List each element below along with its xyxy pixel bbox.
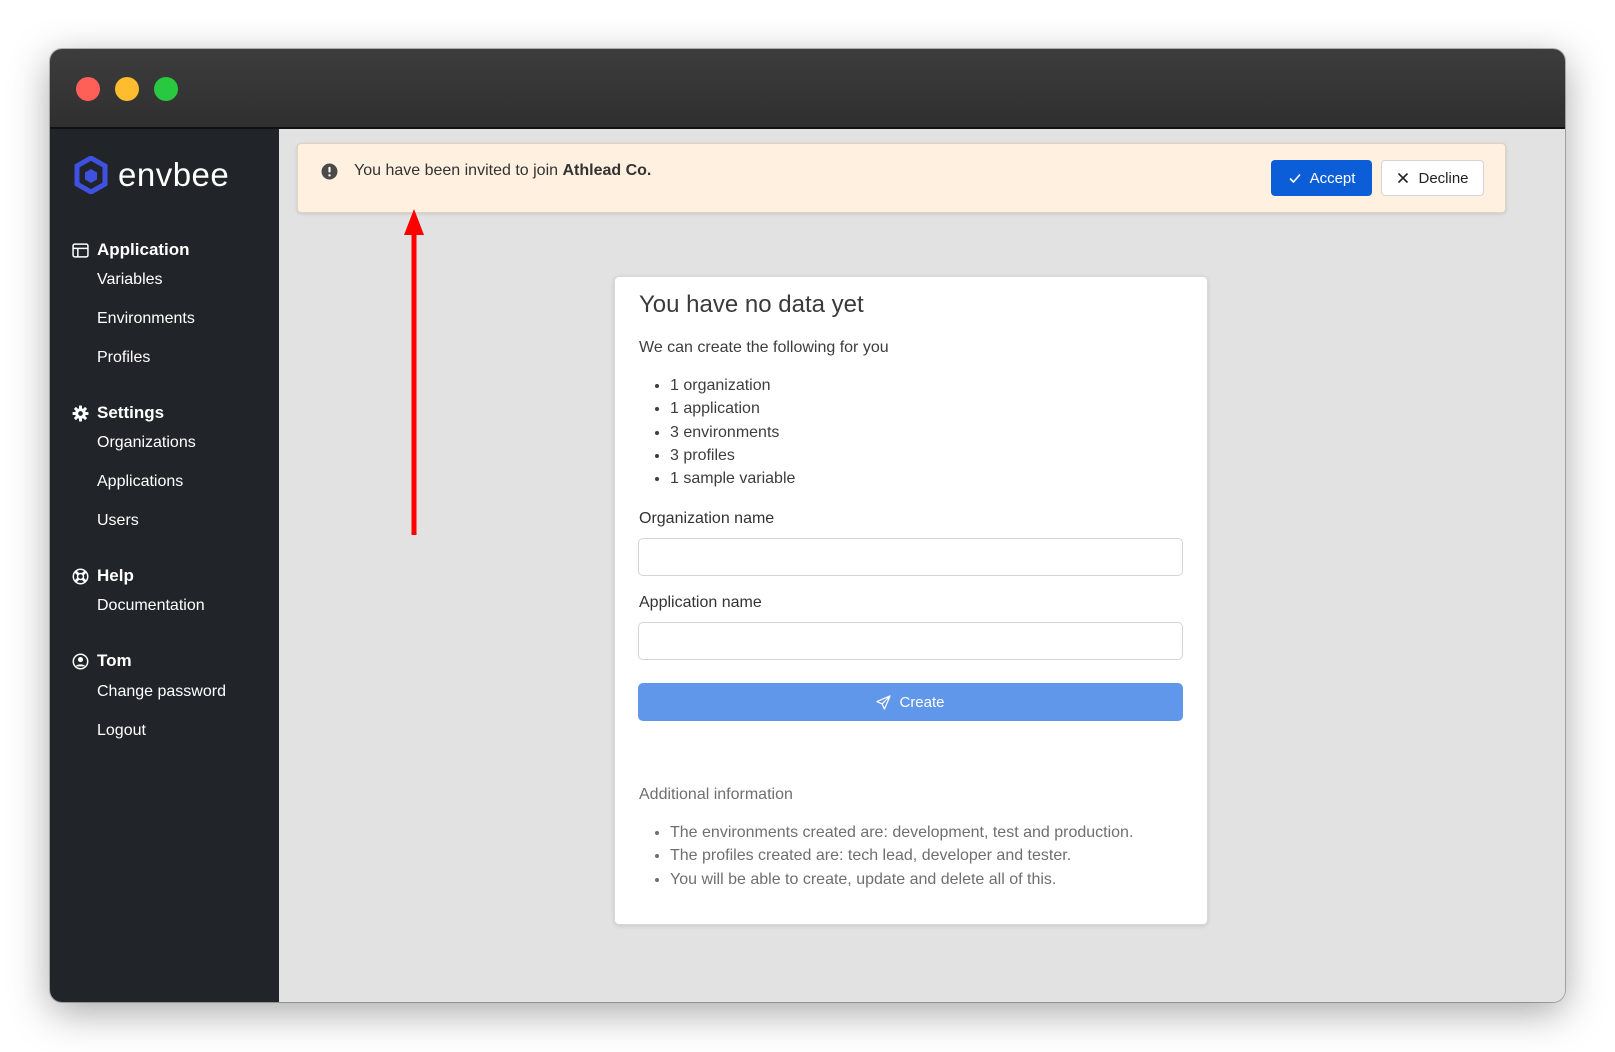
sidebar-item-users[interactable]: Users	[97, 512, 139, 530]
invitation-banner: You have been invited to join Athlead Co…	[297, 143, 1506, 213]
close-window-button[interactable]	[76, 77, 100, 101]
create-items-list: 1 organization 1 application 3 environme…	[639, 374, 795, 490]
section-application: Application	[72, 240, 190, 260]
sidebar-item-change-password[interactable]: Change password	[97, 683, 226, 701]
section-help: Help	[72, 566, 134, 586]
create-label: Create	[899, 693, 945, 711]
red-arrow-annotation	[404, 209, 424, 535]
list-item: The environments created are: developmen…	[670, 821, 1133, 844]
organization-name-input[interactable]	[638, 538, 1183, 576]
sidebar-item-variables[interactable]: Variables	[97, 271, 163, 289]
invitation-text-prefix: You have been invited to join	[354, 162, 563, 179]
lifebuoy-icon	[72, 568, 89, 584]
section-application-title: Application	[97, 240, 190, 259]
additional-info-title: Additional information	[639, 786, 793, 803]
sidebar-item-organizations[interactable]: Organizations	[97, 434, 196, 452]
list-item: The profiles created are: tech lead, dev…	[670, 844, 1133, 867]
main-content: You have been invited to join Athlead Co…	[279, 129, 1565, 1002]
card-title: You have no data yet	[639, 291, 864, 318]
zoom-window-button[interactable]	[154, 77, 178, 101]
list-item: 3 environments	[670, 421, 795, 444]
decline-label: Decline	[1418, 169, 1469, 187]
title-bar	[50, 49, 1565, 129]
section-settings: Settings	[72, 403, 164, 423]
list-item: 3 profiles	[670, 444, 795, 467]
additional-info-list: The environments created are: developmen…	[639, 821, 1133, 891]
hexagon-logo-icon	[74, 156, 108, 194]
sidebar-item-documentation[interactable]: Documentation	[97, 597, 205, 615]
create-button[interactable]: Create	[638, 683, 1183, 721]
section-settings-title: Settings	[97, 403, 165, 422]
minimize-window-button[interactable]	[115, 77, 139, 101]
sidebar-item-logout[interactable]: Logout	[97, 722, 146, 740]
invitation-org-name: Athlead Co.	[562, 162, 652, 179]
send-icon	[876, 694, 892, 710]
table-icon	[72, 242, 89, 258]
decline-button[interactable]: Decline	[1381, 160, 1484, 196]
list-item: 1 organization	[670, 374, 795, 397]
list-item: You will be able to create, update and d…	[670, 868, 1133, 891]
card-subtitle: We can create the following for you	[639, 339, 889, 356]
gear-icon	[72, 405, 89, 421]
application-name-input[interactable]	[638, 622, 1183, 660]
sidebar-item-applications[interactable]: Applications	[97, 473, 183, 491]
exclamation-circle-icon	[321, 163, 338, 180]
accept-button[interactable]: Accept	[1271, 160, 1372, 196]
check-icon	[1288, 173, 1301, 184]
application-name-label: Application name	[639, 594, 762, 611]
sidebar-item-environments[interactable]: Environments	[97, 310, 195, 328]
section-help-title: Help	[97, 566, 134, 585]
close-icon	[1398, 172, 1409, 184]
sidebar: envbee Application Variables Environment…	[50, 129, 279, 1002]
sidebar-item-profiles[interactable]: Profiles	[97, 349, 150, 367]
invitation-text: You have been invited to join Athlead Co…	[354, 162, 651, 180]
setup-card: You have no data yet We can create the f…	[614, 276, 1208, 925]
user-circle-icon	[72, 653, 89, 669]
list-item: 1 application	[670, 397, 795, 420]
organization-name-label: Organization name	[639, 510, 775, 527]
app-window: envbee Application Variables Environment…	[50, 49, 1565, 1002]
logo[interactable]: envbee	[74, 156, 229, 194]
logo-text: envbee	[118, 156, 230, 193]
list-item: 1 sample variable	[670, 467, 795, 490]
accept-label: Accept	[1309, 169, 1356, 187]
section-user: Tom	[72, 651, 132, 671]
section-user-title: Tom	[97, 651, 132, 670]
